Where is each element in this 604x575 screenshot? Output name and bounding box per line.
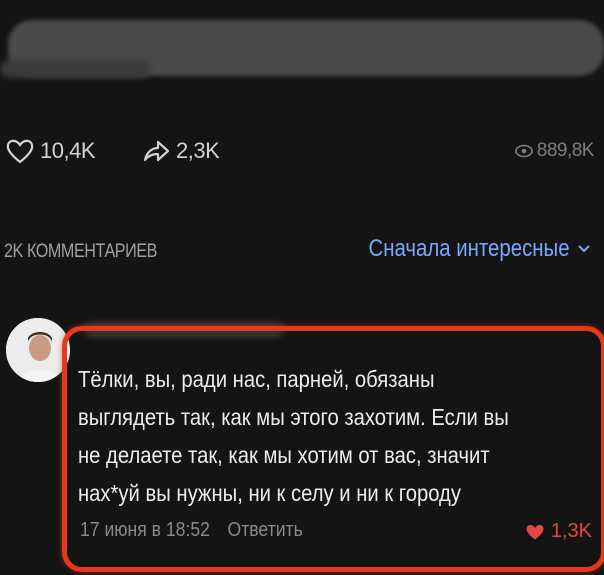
- comment-line: выглядеть так, как мы этого захотим. Есл…: [78, 404, 509, 430]
- chevron-down-icon: [578, 245, 590, 253]
- comment-like-button[interactable]: 1,3K: [525, 520, 592, 543]
- share-button[interactable]: 2,3K: [142, 138, 220, 164]
- redacted-post-text-tail: [0, 60, 150, 78]
- heart-filled-icon: [526, 524, 544, 540]
- comment-like-count: 1,3K: [550, 520, 592, 542]
- post-actions: 10,4K 2,3K 889,8K: [0, 138, 604, 178]
- comment-line: Тёлки, вы, ради нас, парней, обязаны: [78, 366, 435, 392]
- view-count: 889,8K: [536, 140, 595, 161]
- share-count: 2,3K: [176, 138, 220, 163]
- like-count: 10,4K: [40, 138, 96, 163]
- reply-button[interactable]: Ответить: [228, 519, 303, 542]
- like-button[interactable]: 10,4K: [6, 138, 96, 164]
- sort-label: Сначала интересные: [368, 235, 570, 262]
- comment-line: не делаете так, как мы хотим от вас, зна…: [78, 442, 490, 468]
- comment-line: нах*уй вы нужны, ни к селу и ни к городу: [78, 480, 461, 506]
- heart-outline-icon: [6, 139, 34, 164]
- share-arrow-icon: [143, 140, 170, 162]
- eye-icon: [514, 144, 533, 158]
- comment-meta: 17 июня в 18:52 Ответить: [80, 519, 303, 542]
- sort-dropdown[interactable]: Сначала интересные: [333, 235, 590, 263]
- comments-header: 2K КОММЕНТАРИЕВ Сначала интересные: [0, 235, 604, 271]
- avatar[interactable]: [6, 318, 70, 382]
- avatar-photo: [6, 318, 70, 382]
- comments-count: 2K КОММЕНТАРИЕВ: [4, 241, 158, 262]
- view-counter: 889,8K: [514, 140, 595, 162]
- comment-date: 17 июня в 18:52: [80, 519, 210, 541]
- comment-text: Тёлки, вы, ради нас, парней, обязаны выг…: [78, 360, 536, 512]
